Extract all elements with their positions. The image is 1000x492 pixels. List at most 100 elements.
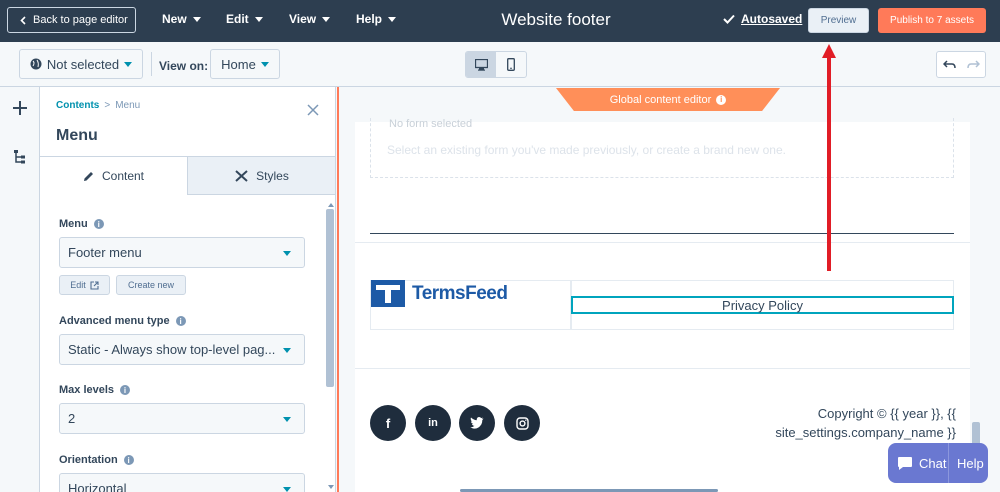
help-button[interactable]: Help [949,456,984,471]
menu-edit[interactable]: Edit [226,12,263,26]
undo-button[interactable] [937,52,961,77]
globe-icon [30,58,42,70]
top-bar: Back to page editor New Edit View Help W… [0,0,1000,42]
menu-view-label: View [289,12,317,26]
twitter-icon[interactable] [459,405,495,441]
pencil-icon [83,171,93,181]
add-module-button[interactable] [10,98,30,118]
panel-tabs: Content Styles [40,156,335,195]
facebook-icon[interactable]: f [370,405,406,441]
chevron-down-icon [322,16,331,22]
scroll-up-arrow[interactable] [326,201,335,209]
tab-content[interactable]: Content [40,156,188,195]
info-icon[interactable]: i [175,316,186,326]
language-select[interactable]: Not selected [19,49,143,79]
tab-content-label: Content [101,169,145,183]
breadcrumb: Contents > Menu [56,100,140,111]
annotation-arrow [827,55,831,271]
advanced-menu-type-select[interactable]: Static - Always show top-level pag... [59,334,305,365]
menu-select-value: Footer menu [68,245,142,260]
orientation-label-text: Orientation [59,454,118,466]
advanced-menu-type-label-text: Advanced menu type [59,315,170,327]
info-icon[interactable]: i [123,455,134,465]
form-placeholder-text: Select an existing form you've made prev… [387,143,786,157]
menu-view[interactable]: View [289,12,331,26]
instagram-icon[interactable] [504,405,540,441]
publish-button[interactable]: Publish to 7 assets [878,8,986,33]
mobile-icon [507,58,515,71]
info-icon[interactable]: i [93,219,104,229]
checkmark-icon [723,14,735,24]
orientation-value: Horizontal [68,481,127,492]
chevron-left-icon [20,15,26,25]
menu-item-privacy-policy[interactable]: Privacy Policy [571,296,954,314]
mobile-view-button[interactable] [496,52,526,77]
autosaved-status[interactable]: Autosaved [723,12,802,26]
linkedin-icon[interactable]: in [415,405,451,441]
plus-icon [13,101,27,115]
chevron-down-icon [388,16,397,22]
menu-new-label: New [162,12,187,26]
max-levels-label-text: Max levels [59,384,115,396]
advanced-menu-type-value: Static - Always show top-level pag... [68,342,276,357]
view-on-value: Home [221,56,256,72]
create-new-menu-button[interactable]: Create new [116,275,186,295]
max-levels-value: 2 [68,411,76,426]
menu-help[interactable]: Help [356,12,397,26]
edit-menu-button[interactable]: Edit [59,275,110,295]
panel-scrollbar[interactable] [326,209,334,387]
left-rail [0,87,40,492]
orientation-select[interactable]: Horizontal [59,473,305,492]
form-placeholder-title: No form selected [389,118,473,130]
device-toggle [465,51,527,78]
desktop-icon [474,58,488,71]
view-on-label: View on: [159,59,209,73]
twitter-bird-icon [470,417,484,429]
page-title: Website footer [501,10,611,29]
breadcrumb-contents[interactable]: Contents [56,100,99,111]
chevron-down-icon [254,16,263,22]
preview-button[interactable]: Preview [808,8,869,33]
chat-widget: Chat Help [888,443,988,483]
redo-button[interactable] [961,52,985,77]
panel-title: Menu [56,127,98,144]
layers-tree-button[interactable] [10,147,30,167]
termsfeed-logo: TermsFeed [371,280,508,307]
language-select-label: Not selected [46,56,120,72]
external-link-icon [90,280,99,290]
max-levels-select[interactable]: 2 [59,403,305,434]
back-button-label: Back to page editor [33,14,128,26]
undo-icon [942,60,956,69]
logo-text: TermsFeed [412,282,508,304]
close-icon[interactable] [306,103,320,117]
breadcrumb-current: Menu [115,100,141,111]
chat-button[interactable]: Chat [888,456,948,471]
copyright-line-2: site_settings.company_name }} [775,425,956,440]
max-levels-label: Max levels i [59,384,131,396]
back-to-page-editor-button[interactable]: Back to page editor [7,7,136,33]
chevron-down-icon [283,417,291,422]
section-divider [355,242,970,243]
menu-edit-label: Edit [226,12,249,26]
caret-up-icon [327,203,334,207]
info-icon[interactable]: i [120,385,131,395]
copyright-text: Copyright © {{ year }}, {{ site_settings… [740,404,956,442]
scroll-down-arrow[interactable] [326,483,335,491]
desktop-view-button[interactable] [466,52,496,77]
menu-select[interactable]: Footer menu [59,237,305,268]
global-content-editor-label: Global content editor [609,93,712,106]
view-on-select[interactable]: Home [210,49,280,79]
menu-new[interactable]: New [162,12,201,26]
chat-label: Chat [919,455,947,471]
tab-styles[interactable]: Styles [188,156,335,195]
menu-field-label: Menu i [59,218,104,230]
breadcrumb-separator: > [104,100,111,111]
editor-toolbar: Not selected View on: Home [0,42,1000,87]
info-icon: i [716,94,727,105]
global-content-editor-tab[interactable]: Global content editor i [556,88,780,111]
chevron-down-icon [283,348,291,353]
tree-icon [14,150,25,164]
orientation-label: Orientation i [59,454,134,466]
menu-help-label: Help [356,12,383,26]
termsfeed-logo-mark [371,280,405,307]
